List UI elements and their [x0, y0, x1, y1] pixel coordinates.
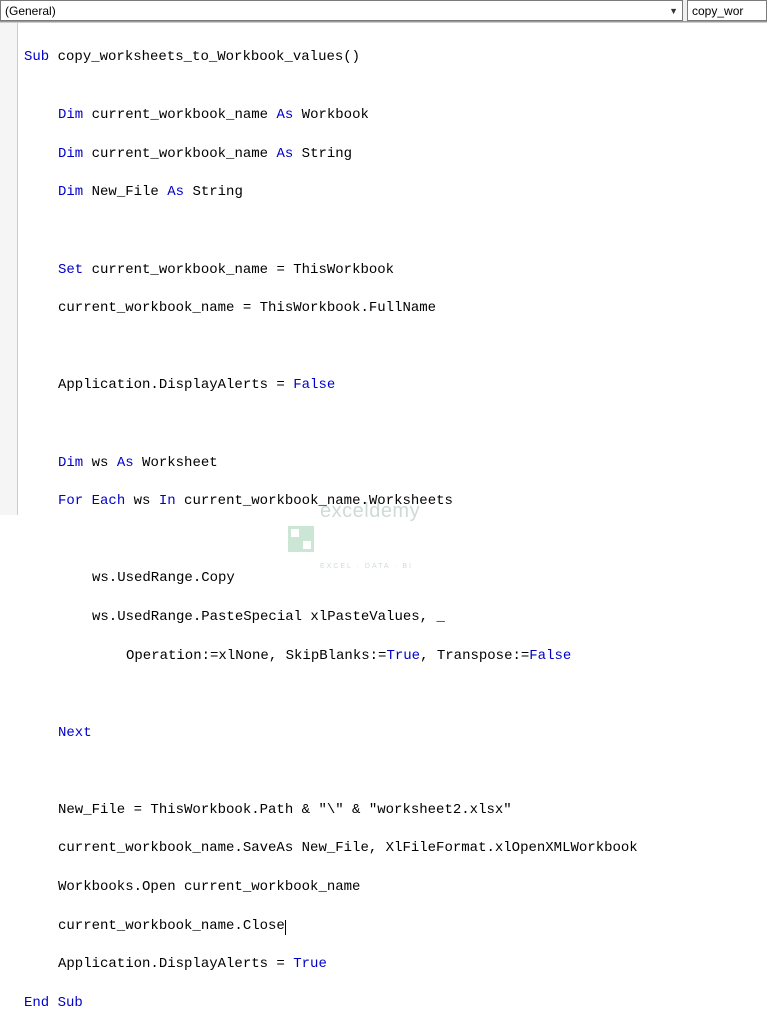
code-line: New_File = ThisWorkbook.Path & "\" & "wo…: [24, 801, 767, 820]
code-line: [24, 222, 767, 241]
code-editor[interactable]: Sub copy_worksheets_to_Workbook_values()…: [18, 23, 767, 515]
code-line: Set current_workbook_name = ThisWorkbook: [24, 261, 767, 280]
code-line: [24, 685, 767, 704]
code-line: Sub copy_worksheets_to_Workbook_values(): [24, 49, 360, 65]
code-line: current_workbook_name.Close: [24, 917, 767, 936]
editor-body: Sub copy_worksheets_to_Workbook_values()…: [0, 22, 767, 515]
code-line: Operation:=xlNone, SkipBlanks:=True, Tra…: [24, 647, 767, 666]
chevron-down-icon: ▼: [669, 6, 678, 16]
procedure-dropdown-value: copy_wor: [692, 4, 743, 18]
procedure-dropdown[interactable]: copy_wor: [687, 0, 767, 21]
object-dropdown-value: (General): [5, 4, 56, 18]
code-line: ws.UsedRange.Copy: [24, 569, 767, 588]
code-line: Application.DisplayAlerts = True: [24, 955, 767, 974]
object-dropdown[interactable]: (General) ▼: [0, 0, 683, 21]
code-line: [24, 531, 767, 550]
dropdown-bar: (General) ▼ copy_wor: [0, 0, 767, 22]
code-line: [24, 415, 767, 434]
code-line: [24, 68, 767, 87]
code-line: Dim New_File As String: [24, 183, 767, 202]
code-line: Next: [24, 724, 767, 743]
code-line: Dim current_workbook_name As Workbook: [24, 106, 767, 125]
code-line: Dim ws As Worksheet: [24, 454, 767, 473]
code-line: For Each ws In current_workbook_name.Wor…: [24, 492, 767, 511]
code-line: current_workbook_name = ThisWorkbook.Ful…: [24, 299, 767, 318]
breakpoint-gutter[interactable]: [0, 23, 18, 515]
code-line: Application.DisplayAlerts = False: [24, 376, 767, 395]
code-line: [24, 762, 767, 781]
code-line: ws.UsedRange.PasteSpecial xlPasteValues,…: [24, 608, 767, 627]
code-line: Dim current_workbook_name As String: [24, 145, 767, 164]
code-line: [24, 338, 767, 357]
code-line: Workbooks.Open current_workbook_name: [24, 878, 767, 897]
code-line: current_workbook_name.SaveAs New_File, X…: [24, 839, 767, 858]
code-line: End Sub: [24, 995, 83, 1011]
